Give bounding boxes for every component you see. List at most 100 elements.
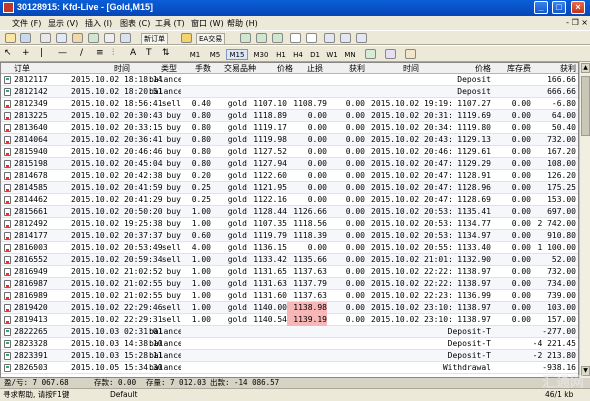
menu-charts[interactable]: 图表 (C) [120, 18, 150, 29]
table-row[interactable]: 2822265 2015.10.03 02:31:01 balance Deposit… [1, 326, 578, 338]
table-row[interactable]: 2814177 2015.10.02 20:37:37 buy 0.60 gold 111… [1, 230, 578, 242]
balance-record-icon [4, 340, 11, 348]
timeframe-m5[interactable]: M5 [206, 49, 224, 60]
table-row[interactable]: 2816987 2015.10.02 21:02:55 buy 1.00 gold 113… [1, 278, 578, 290]
crosshair-icon[interactable]: + [22, 47, 30, 59]
cell-close-time: 2015.10.02 23:10:26 [371, 303, 451, 312]
chart-shift-icon[interactable] [356, 33, 367, 43]
terminal-icon[interactable] [88, 33, 99, 43]
vertical-scrollbar[interactable]: ▲ ▼ [579, 62, 590, 378]
menu-insert[interactable]: 插入 (I) [85, 18, 112, 29]
table-row[interactable]: 2814462 2015.10.02 20:41:29 buy 0.25 gold 112… [1, 194, 578, 206]
table-row[interactable]: 2816003 2015.10.02 20:53:49 sell 4.00 gold 11… [1, 242, 578, 254]
cell-swap: 0.00 [511, 255, 531, 264]
menu-tools[interactable]: 工具 (T) [155, 18, 185, 29]
table-row[interactable]: 2823328 2015.10.03 14:38:10 balance Deposit… [1, 338, 578, 350]
menu-file[interactable]: 文件 (F) [12, 18, 41, 29]
fibonacci-icon[interactable]: ⫶ [112, 47, 114, 59]
meta-editor-icon[interactable] [181, 33, 192, 43]
table-row[interactable]: 2815940 2015.10.02 20:46:46 buy 0.80 gold 112… [1, 146, 578, 158]
new-chart-icon[interactable] [5, 33, 16, 43]
table-row[interactable]: 2814585 2015.10.02 20:41:59 buy 0.25 gold 112… [1, 182, 578, 194]
zoom-in-icon[interactable] [290, 33, 301, 43]
menu-help[interactable]: 帮助 (H) [227, 18, 258, 29]
minimize-button[interactable]: _ [534, 1, 548, 14]
menu-window[interactable]: 窗口 (W) [191, 18, 224, 29]
table-row[interactable]: 2815198 2015.10.02 20:45:04 buy 0.80 gold 112… [1, 158, 578, 170]
timeframe-mn[interactable]: MN [341, 49, 359, 60]
table-row[interactable]: 2816552 2015.10.02 20:59:34 sell 1.00 gold 11… [1, 254, 578, 266]
templates-icon[interactable] [405, 49, 416, 59]
tile-windows-icon[interactable] [324, 33, 335, 43]
timeframe-w1[interactable]: W1 [324, 49, 340, 60]
strategy-tester-icon[interactable] [104, 33, 115, 43]
table-row[interactable]: 2812142 2015.10.02 18:20:51 balance Deposit… [1, 86, 578, 98]
autoscroll-icon[interactable] [340, 33, 351, 43]
vertical-line-icon[interactable]: | [40, 47, 43, 59]
scroll-up-icon[interactable]: ▲ [581, 63, 590, 73]
table-row[interactable]: 2826503 2015.10.05 15:34:30 balance Withdra… [1, 362, 578, 374]
table-row[interactable]: 2812492 2015.10.02 19:25:38 buy 1.00 gold 110… [1, 218, 578, 230]
close-button[interactable]: × [571, 1, 585, 14]
table-row[interactable]: 2823391 2015.10.03 15:28:11 balance Deposit… [1, 350, 578, 362]
navigator-icon[interactable] [72, 33, 83, 43]
add-indicator-icon[interactable] [365, 49, 376, 59]
table-row[interactable]: 2815661 2015.10.02 20:50:20 buy 1.00 gold 112… [1, 206, 578, 218]
col-order[interactable]: 订单 [14, 63, 74, 74]
col-lots[interactable]: 手数 [189, 63, 217, 74]
maximize-button[interactable]: □ [552, 1, 566, 14]
data-window-icon[interactable] [56, 33, 67, 43]
cell-symbol: gold [227, 303, 247, 312]
menu-view[interactable]: 显示 (V) [48, 18, 78, 29]
timeframe-m1[interactable]: M1 [186, 49, 204, 60]
market-watch-icon[interactable] [40, 33, 51, 43]
table-row[interactable]: 2814064 2015.10.02 20:36:41 buy 0.80 gold 111… [1, 134, 578, 146]
table-row[interactable]: 2816989 2015.10.02 21:02:55 buy 1.00 gold 113… [1, 290, 578, 302]
cell-type: buy [166, 159, 181, 168]
zoom-out-icon[interactable] [306, 33, 317, 43]
table-row[interactable]: 2819413 2015.10.02 22:29:31 sell 1.00 gold 11… [1, 314, 578, 326]
channel-icon[interactable]: ≡ [96, 47, 104, 59]
col-take-profit[interactable]: 获利 [329, 63, 365, 74]
timeframe-h1[interactable]: H1 [273, 49, 289, 60]
text-tool-icon[interactable]: A [130, 47, 136, 59]
col-close-price[interactable]: 价格 [449, 63, 491, 74]
balance-record-icon [4, 88, 11, 96]
chart-window-icon[interactable] [120, 33, 131, 43]
bar-chart-icon[interactable] [240, 33, 251, 43]
table-row[interactable]: 2819420 2015.10.02 22:29:46 sell 1.00 gold 11… [1, 302, 578, 314]
timeframe-h4[interactable]: H4 [290, 49, 306, 60]
cursor-icon[interactable]: ↖ [4, 47, 12, 59]
trendline-icon[interactable]: / [80, 47, 83, 59]
col-profit[interactable]: 获利 [533, 63, 576, 74]
timeframe-m30[interactable]: M30 [250, 49, 272, 60]
cell-tp: 0.00 [345, 195, 365, 204]
col-stop-loss[interactable]: 止损 [293, 63, 323, 74]
table-row[interactable]: 2812117 2015.10.02 18:18:14 balance Deposit… [1, 74, 578, 86]
candlestick-icon[interactable] [256, 33, 267, 43]
line-chart-icon[interactable] [272, 33, 283, 43]
label-tool-icon[interactable]: T [146, 47, 152, 59]
col-type[interactable]: 类型 [149, 63, 189, 74]
table-row[interactable]: 2814678 2015.10.02 20:42:38 buy 0.20 gold 112… [1, 170, 578, 182]
periodicity-icon[interactable] [385, 49, 396, 59]
table-row[interactable]: 2813225 2015.10.02 20:30:43 buy 0.80 gold 111… [1, 110, 578, 122]
ea-trading-button[interactable]: EA交易 [196, 33, 226, 45]
table-row[interactable]: 2812349 2015.10.02 18:56:41 sell 0.40 gold 11… [1, 98, 578, 110]
timeframe-d1[interactable]: D1 [307, 49, 323, 60]
cell-tp [329, 74, 365, 86]
cell-close-price: 1128.69 [457, 195, 491, 204]
table-row[interactable]: 2816949 2015.10.02 21:02:52 buy 1.00 gold 113… [1, 266, 578, 278]
profiles-icon[interactable] [20, 33, 31, 43]
col-swap[interactable]: 库存费 [493, 63, 531, 74]
table-row[interactable]: 2813640 2015.10.02 20:33:15 buy 0.80 gold 111… [1, 122, 578, 134]
timeframe-m15[interactable]: M15 [226, 49, 248, 60]
new-order-button[interactable]: 新订单 [141, 33, 168, 45]
col-close-time[interactable]: 时间 [371, 63, 451, 74]
mdi-window-controls[interactable]: - ❐ × [566, 18, 588, 27]
horizontal-line-icon[interactable]: — [58, 47, 67, 59]
cell-order: 2816949 [14, 267, 48, 276]
arrows-icon[interactable]: ⇅ [162, 47, 170, 59]
col-open-price[interactable]: 价格 [251, 63, 293, 74]
scroll-thumb[interactable] [581, 76, 590, 136]
